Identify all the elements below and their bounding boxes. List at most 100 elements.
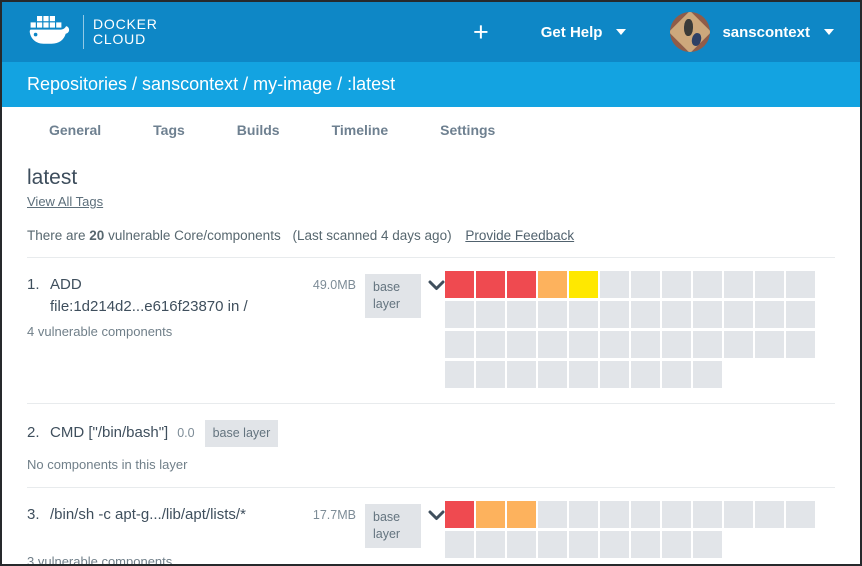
- caret-down-icon: [824, 29, 834, 35]
- vuln-cell-gray: [662, 531, 691, 558]
- tab-settings[interactable]: Settings: [440, 122, 495, 138]
- get-help-label: Get Help: [541, 24, 603, 41]
- get-help-menu[interactable]: Get Help: [541, 24, 627, 41]
- layer-number: 3.: [27, 504, 50, 526]
- app-window: DOCKER CLOUD + Get Help sanscontext Repo: [0, 0, 862, 566]
- scan-summary-suffix: vulnerable Core/components: [108, 228, 281, 243]
- vuln-cell-gray: [755, 301, 784, 328]
- vuln-cell-gray: [693, 531, 722, 558]
- view-all-tags-link[interactable]: View All Tags: [27, 194, 103, 209]
- vulnerable-count: 20: [89, 228, 104, 243]
- vuln-cell-gray: [445, 301, 474, 328]
- breadcrumb-text[interactable]: Repositories / sanscontext / my-image / …: [27, 74, 395, 95]
- brand-line-docker: DOCKER: [93, 17, 158, 32]
- tab-builds[interactable]: Builds: [237, 122, 280, 138]
- vuln-cell-gray: [662, 301, 691, 328]
- vuln-cell-red: [507, 271, 536, 298]
- vuln-cell-gray: [600, 301, 629, 328]
- docker-whale-logo: [27, 14, 73, 50]
- vuln-cell-gray: [569, 501, 598, 528]
- vuln-cell-gray: [755, 331, 784, 358]
- layer-info: 2.CMD ["/bin/bash"]0.0base layerNo compo…: [27, 420, 445, 472]
- vuln-cell-gray: [569, 531, 598, 558]
- vuln-cell-gray: [445, 331, 474, 358]
- layer-expand-chevron-icon[interactable]: [428, 508, 445, 526]
- brand-divider: [83, 15, 84, 49]
- tab-general[interactable]: General: [49, 122, 101, 138]
- vuln-cell-gray: [538, 501, 567, 528]
- last-scanned-label: (Last scanned 4 days ago): [292, 228, 451, 243]
- vuln-cell-gray: [445, 361, 474, 388]
- header-actions: + Get Help sanscontext: [473, 12, 834, 52]
- vuln-cell-red: [445, 271, 474, 298]
- tab-timeline[interactable]: Timeline: [332, 122, 389, 138]
- layer-size: 0.0: [177, 426, 194, 440]
- vulnerability-grid: [445, 271, 815, 388]
- vuln-cell-gray: [600, 271, 629, 298]
- vuln-cell-gray: [569, 361, 598, 388]
- layer-row: 2.CMD ["/bin/bash"]0.0base layerNo compo…: [27, 403, 835, 487]
- vuln-cell-gray: [569, 331, 598, 358]
- layer-expand-chevron-icon[interactable]: [428, 278, 445, 296]
- main-content: latest View All Tags There are 20 vulner…: [2, 166, 860, 566]
- vuln-cell-gray: [631, 301, 660, 328]
- vulnerability-grid: [445, 501, 815, 566]
- vuln-cell-gray: [507, 331, 536, 358]
- vuln-cell-gray: [538, 361, 567, 388]
- vuln-cell-gray: [538, 331, 567, 358]
- layer-row: 1.ADD file:1d214d2...e616f23870 in /49.0…: [27, 257, 835, 403]
- vuln-cell-gray: [600, 501, 629, 528]
- layer-command: /bin/sh -c apt-g.../lib/apt/lists/*: [50, 504, 255, 526]
- vuln-cell-gray: [662, 501, 691, 528]
- vuln-cell-gray: [724, 271, 753, 298]
- vuln-cell-gray: [507, 531, 536, 558]
- layer-header: 3./bin/sh -c apt-g.../lib/apt/lists/*17.…: [27, 504, 445, 548]
- vuln-cell-gray: [786, 331, 815, 358]
- top-header: DOCKER CLOUD + Get Help sanscontext: [2, 2, 860, 62]
- vuln-cell-gray: [693, 301, 722, 328]
- vuln-cell-red: [476, 271, 505, 298]
- layer-command: ADD file:1d214d2...e616f23870 in /: [50, 274, 255, 318]
- vuln-cell-gray: [631, 361, 660, 388]
- tab-tags[interactable]: Tags: [153, 122, 185, 138]
- provide-feedback-link[interactable]: Provide Feedback: [465, 228, 574, 243]
- user-menu[interactable]: sanscontext: [670, 12, 834, 52]
- vuln-cell-gray: [693, 271, 722, 298]
- vuln-cell-gray: [631, 501, 660, 528]
- layer-row: 3./bin/sh -c apt-g.../lib/apt/lists/*17.…: [27, 487, 835, 566]
- vuln-cell-gray: [786, 501, 815, 528]
- vuln-cell-gray: [631, 331, 660, 358]
- vuln-cell-gray: [724, 331, 753, 358]
- vuln-cell-gray: [538, 531, 567, 558]
- vuln-cell-gray: [755, 501, 784, 528]
- vuln-cell-gray: [476, 301, 505, 328]
- vuln-cell-gray: [724, 301, 753, 328]
- layer-components-note: 3 vulnerable components: [27, 554, 445, 566]
- vuln-cell-gray: [724, 501, 753, 528]
- vuln-cell-gray: [662, 361, 691, 388]
- vuln-cell-gray: [600, 331, 629, 358]
- vuln-cell-gray: [693, 331, 722, 358]
- layer-header: 1.ADD file:1d214d2...e616f23870 in /49.0…: [27, 274, 445, 318]
- layer-info: 1.ADD file:1d214d2...e616f23870 in /49.0…: [27, 274, 445, 388]
- layer-components-note: 4 vulnerable components: [27, 324, 445, 339]
- vuln-cell-gray: [476, 331, 505, 358]
- scan-summary-prefix: There are: [27, 228, 86, 243]
- layer-size: 17.7MB: [255, 504, 365, 522]
- layer-size: 49.0MB: [255, 274, 365, 292]
- vuln-cell-gray: [662, 271, 691, 298]
- vuln-cell-gray: [569, 301, 598, 328]
- brand-line-cloud: CLOUD: [93, 32, 158, 47]
- vuln-cell-gray: [476, 531, 505, 558]
- vuln-cell-gray: [631, 271, 660, 298]
- vuln-cell-yellow: [569, 271, 598, 298]
- brand: DOCKER CLOUD: [27, 14, 158, 50]
- layer-number: 2.: [27, 422, 50, 444]
- create-plus-button[interactable]: +: [473, 19, 489, 46]
- base-layer-badge: base layer: [365, 274, 421, 318]
- base-layer-badge: base layer: [365, 504, 421, 548]
- base-layer-badge: base layer: [205, 420, 279, 447]
- layer-list: 1.ADD file:1d214d2...e616f23870 in /49.0…: [27, 257, 835, 566]
- layer-components-note: No components in this layer: [27, 457, 445, 472]
- user-avatar: [670, 12, 710, 52]
